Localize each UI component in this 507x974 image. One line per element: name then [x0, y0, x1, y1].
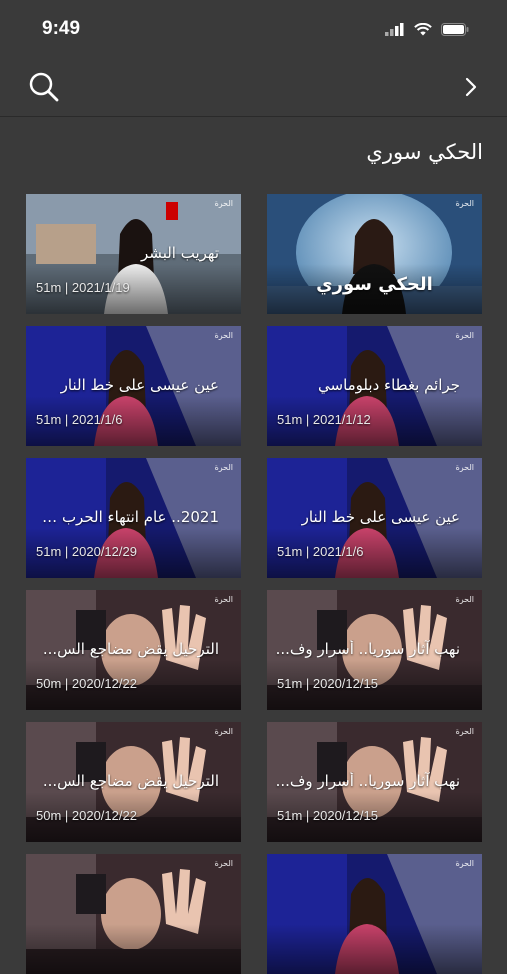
channel-logo: الحرة — [214, 199, 233, 208]
episode-meta: 51m | 2021/1/6 — [277, 544, 364, 559]
channel-logo: الحرة — [455, 199, 474, 208]
channel-logo: الحرة — [455, 463, 474, 472]
episode-card[interactable]: الحرة نهب آثار سوريا.. أسرار وف... 51m | 2… — [267, 722, 482, 842]
signal-icon — [385, 22, 404, 36]
page-title: الحكي سوري — [366, 140, 483, 164]
episode-card[interactable]: الحرة الترحيل يقض مضاجع الس... 50m | 2020/… — [26, 722, 241, 842]
episode-title: عين عيسى على خط النار — [60, 376, 219, 394]
episode-meta: 50m | 2020/12/22 — [36, 808, 137, 823]
channel-logo: الحرة — [455, 859, 474, 868]
episode-card[interactable]: الحرة نهب آثار سوريا.. أسرار وف... 51m | 2… — [267, 590, 482, 710]
episode-title: عين عيسى على خط النار — [301, 508, 460, 526]
episode-meta: 51m | 2020/12/15 — [277, 808, 378, 823]
episode-title: الترحيل يقض مضاجع الس... — [42, 772, 219, 790]
episode-card[interactable]: الحرة عين عيسى على خط النار 51m | 2021/1/6 — [26, 326, 241, 446]
episode-meta: 51m | 2020/12/29 — [36, 544, 137, 559]
nav-bar — [0, 58, 507, 116]
thumbnail-shade — [26, 924, 241, 974]
channel-logo: الحرة — [455, 727, 474, 736]
search-icon[interactable] — [28, 71, 60, 103]
episode-meta: 51m | 2021/1/12 — [277, 412, 371, 427]
episode-title: 2021.. عام انتهاء الحرب ف... — [32, 508, 219, 526]
status-bar: 9:49 — [0, 0, 507, 58]
episode-meta: 51m | 2021/1/19 — [36, 280, 130, 295]
episode-card[interactable]: الحرة 2021.. عام انتهاء الحرب ف... 51m | 2… — [26, 458, 241, 578]
episode-meta: 51m | 2021/1/6 — [36, 412, 123, 427]
battery-icon — [441, 22, 469, 36]
episode-card[interactable]: الحرة جرائم بغطاء دبلوماسي 51m | 2021/1/12 — [267, 326, 482, 446]
episode-meta: 50m | 2020/12/22 — [36, 676, 137, 691]
wifi-icon — [414, 22, 432, 35]
channel-logo: الحرة — [214, 331, 233, 340]
episode-card[interactable]: الحرة — [267, 854, 482, 974]
divider — [0, 116, 507, 117]
chevron-right-icon[interactable] — [463, 76, 479, 98]
channel-logo: الحرة — [214, 595, 233, 604]
episode-title: الحكي سوري — [316, 274, 433, 295]
episode-card[interactable]: الحرة الحكي سوري — [267, 194, 482, 314]
episode-title: نهب آثار سوريا.. أسرار وف... — [275, 640, 460, 658]
episode-title: نهب آثار سوريا.. أسرار وف... — [275, 772, 460, 790]
channel-logo: الحرة — [214, 463, 233, 472]
channel-logo: الحرة — [455, 595, 474, 604]
episode-title: تهريب البشر — [141, 244, 219, 262]
episode-title: الترحيل يقض مضاجع الس... — [42, 640, 219, 658]
channel-logo: الحرة — [455, 331, 474, 340]
episode-title: جرائم بغطاء دبلوماسي — [318, 376, 460, 394]
episode-card[interactable]: الحرة تهريب البشر 51m | 2021/1/19 — [26, 194, 241, 314]
thumbnail-shade — [267, 924, 482, 974]
channel-logo: الحرة — [214, 859, 233, 868]
episode-card[interactable]: الحرة — [26, 854, 241, 974]
status-icons — [385, 22, 469, 36]
episode-card[interactable]: الحرة الترحيل يقض مضاجع الس... 50m | 2020/… — [26, 590, 241, 710]
episode-card[interactable]: الحرة عين عيسى على خط النار 51m | 2021/1/6 — [267, 458, 482, 578]
episode-meta: 51m | 2020/12/15 — [277, 676, 378, 691]
status-time: 9:49 — [42, 18, 81, 39]
channel-logo: الحرة — [214, 727, 233, 736]
